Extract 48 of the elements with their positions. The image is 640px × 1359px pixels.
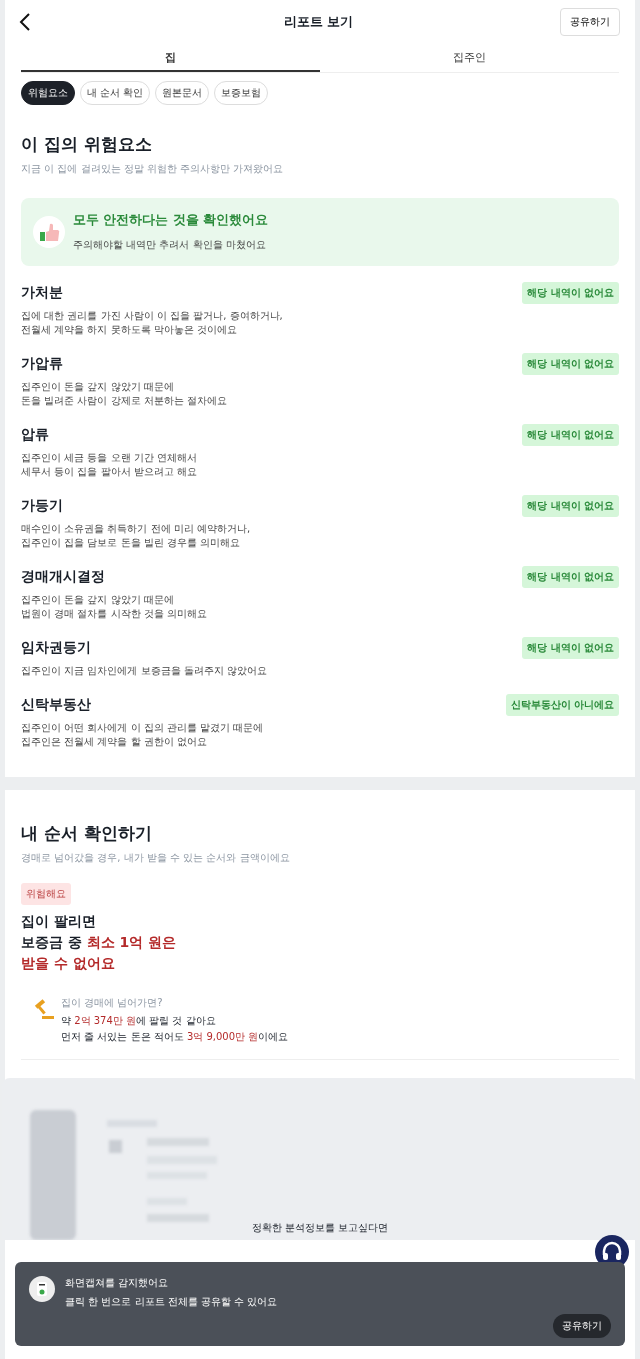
- headset-icon: [601, 1241, 623, 1263]
- status-badge: 해당 내역이 없어요: [522, 637, 619, 659]
- status-badge: 해당 내역이 없어요: [522, 495, 619, 517]
- status-badge: 해당 내역이 없어요: [522, 282, 619, 304]
- risk-description: 집주인이 돈을 갚지 않았기 때문에 법원이 경매 절차를 시작한 것을 의미해요: [21, 593, 208, 621]
- risk-name: 경매개시결정: [21, 568, 105, 586]
- auction-caption: 집이 경매에 넘어가면?: [61, 996, 164, 1010]
- danger-badge: 위험해요: [21, 883, 71, 905]
- risk-name: 압류: [21, 426, 49, 444]
- chip[interactable]: 위험요소: [21, 81, 75, 105]
- risk-name: 가압류: [21, 355, 63, 373]
- risk-name: 가등기: [21, 497, 63, 515]
- phone-check-icon: [29, 1276, 55, 1302]
- risk-description: 집주인이 돈을 갚지 않았기 때문에 돈을 빌려준 사람이 강제로 처분하는 절차에요: [21, 380, 228, 408]
- status-badge: 해당 내역이 없어요: [522, 353, 619, 375]
- auction-text: 약 2억 374만 원에 팔릴 것 같아요 먼저 줄 서있는 돈은 적어도 3억 9,000만 원이에요: [61, 1014, 289, 1044]
- chip[interactable]: 원본문서: [155, 81, 210, 105]
- result-headline: 집이 팔리면 보증금 중 최소 1억 원은 받을 수 없어요: [21, 912, 178, 973]
- locked-message: 정확한 분석정보를 보고싶다면: [250, 1221, 390, 1235]
- thumbs-up-icon: [33, 216, 65, 248]
- section-subtitle: 지금 이 집에 걸려있는 정말 위험한 주의사항만 가져왔어요: [21, 162, 285, 176]
- risk-description: 집주인이 세금 등을 오랜 기간 연체해서 세무서 등이 집을 팔아서 받으려고 해요: [21, 451, 198, 479]
- chip[interactable]: 내 순서 확인: [80, 81, 151, 105]
- chip[interactable]: 보증보험: [214, 81, 269, 105]
- toast-text: 클릭 한 번으로 리포트 전체를 공유할 수 있어요: [65, 1295, 278, 1309]
- section-title: 이 집의 위험요소: [21, 133, 153, 156]
- back-icon: [19, 13, 31, 31]
- risk-name: 신탁부동산: [21, 696, 91, 714]
- risk-description: 매수인이 소유권을 취득하기 전에 미리 예약하거나, 집주인이 집을 담보로 돈을 빌린 경우를 의미해요: [21, 522, 252, 550]
- toast-title: 화면캡쳐를 감지했어요: [65, 1276, 170, 1290]
- risk-description: 집주인이 지금 임차인에게 보증금을 돌려주지 않았어요: [21, 664, 268, 678]
- share-button[interactable]: 공유하기: [560, 8, 620, 36]
- risk-description: 집에 대한 권리를 가진 사람이 이 집을 팔거나, 증여하거나, 전월세 계약을 하지 못하도록 막아놓은 것이에요: [21, 309, 284, 337]
- risk-name: 임차권등기: [21, 639, 91, 657]
- summary-text: 주의해야할 내역만 추려서 확인을 마쳤어요: [73, 238, 267, 252]
- risk-description: 집주인이 어떤 회사에게 이 집의 관리를 맡겼기 때문에 집주인은 전월세 계약을 할 권한이 없어요: [21, 721, 265, 749]
- risk-name: 가처분: [21, 284, 63, 302]
- status-badge: 해당 내역이 없어요: [522, 424, 619, 446]
- status-badge: 해당 내역이 없어요: [522, 566, 619, 588]
- share-button[interactable]: 공유하기: [553, 1314, 611, 1338]
- section-title: 내 순서 확인하기: [21, 822, 153, 845]
- section-subtitle: 경매로 넘어갔을 경우, 내가 받을 수 있는 순서와 금액이에요: [21, 851, 291, 865]
- tab[interactable]: 집: [21, 44, 320, 72]
- back-button[interactable]: [17, 11, 33, 33]
- summary-title: 모두 안전하다는 것을 확인했어요: [73, 212, 269, 229]
- page-title: 리포트 보기: [283, 13, 354, 31]
- tab[interactable]: 집주인: [320, 44, 619, 72]
- status-badge: 신탁부동산이 아니에요: [505, 694, 619, 716]
